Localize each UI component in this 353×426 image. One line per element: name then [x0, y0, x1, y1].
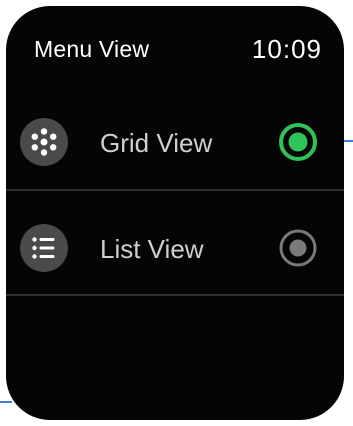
list-icon	[20, 224, 68, 272]
clock-time: 10:09	[251, 34, 322, 64]
list-view-radio-unselected[interactable]	[278, 228, 318, 268]
watch-screen: Menu View 10:09 Grid View List View	[6, 6, 344, 420]
radio-selected-icon	[279, 123, 317, 161]
grid-view-label: Grid View	[100, 128, 213, 158]
menu-divider	[6, 189, 344, 191]
radio-unselected-icon	[279, 229, 317, 267]
screenshot-stage: Menu View 10:09 Grid View List View	[0, 0, 353, 426]
grid-dots-icon	[20, 118, 68, 166]
grid-view-radio-selected[interactable]	[278, 122, 318, 162]
menu-item-grid-view[interactable]: Grid View	[6, 96, 344, 186]
list-view-label: List View	[100, 234, 204, 264]
status-bar: Menu View 10:09	[6, 6, 344, 96]
menu-item-list-view[interactable]: List View	[6, 202, 344, 292]
grid-dots-icon-graphic	[31, 128, 57, 156]
list-icon-graphic	[32, 237, 55, 259]
connector-line-left	[0, 401, 12, 403]
menu-divider	[6, 294, 344, 296]
screen-title: Menu View	[34, 36, 150, 62]
